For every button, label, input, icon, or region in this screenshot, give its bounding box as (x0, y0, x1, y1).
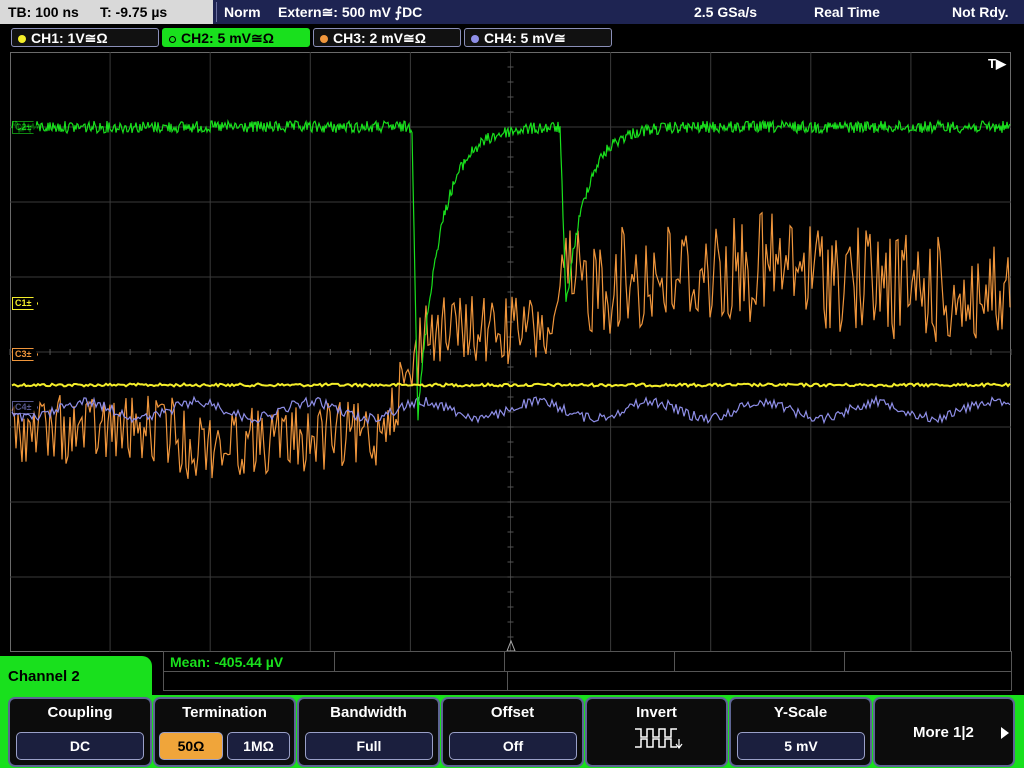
divider (334, 652, 335, 672)
divider (674, 652, 675, 672)
bandwidth-title: Bandwidth (330, 704, 407, 721)
trigger-level-icon: T▶ (988, 56, 1006, 71)
inverted-square-wave-icon (635, 728, 683, 749)
termination-softkey[interactable]: Termination 50Ω 1MΩ (153, 697, 296, 767)
bandwidth-value[interactable]: Full (305, 732, 433, 760)
bandwidth-softkey[interactable]: Bandwidth Full (297, 697, 440, 767)
termination-1mohm-option[interactable]: 1MΩ (227, 732, 290, 760)
ch2-offset-marker[interactable]: C2± (12, 121, 39, 134)
offset-title: Offset (490, 704, 535, 721)
termination-50ohm-option[interactable]: 50Ω (159, 732, 223, 760)
divider (507, 672, 508, 691)
coupling-value[interactable]: DC (16, 732, 144, 760)
yscale-title: Y-Scale (773, 704, 828, 721)
coupling-softkey[interactable]: Coupling DC (8, 697, 152, 767)
mean-readout: Mean: -405.44 µV (170, 654, 284, 670)
ch3-offset-marker[interactable]: C3± (12, 348, 39, 361)
more-softkey[interactable]: More 1|2 (873, 697, 1015, 767)
ch1-offset-marker[interactable]: C1± (12, 297, 39, 310)
menu-title-text: Channel 2 (8, 668, 80, 685)
divider (504, 652, 505, 672)
arrow-right-icon (1001, 727, 1009, 739)
measurement-panel[interactable]: Mean: -405.44 µV (163, 651, 1012, 691)
invert-title: Invert (636, 704, 677, 721)
offset-softkey[interactable]: Offset Off (441, 697, 584, 767)
coupling-title: Coupling (47, 704, 113, 721)
divider (844, 652, 845, 672)
channel-menu-title: Channel 2 (0, 656, 152, 701)
yscale-softkey[interactable]: Y-Scale 5 mV (729, 697, 872, 767)
offset-value[interactable]: Off (449, 732, 577, 760)
invert-softkey[interactable]: Invert (585, 697, 728, 767)
ch4-offset-marker[interactable]: C4± (12, 401, 39, 414)
termination-title: Termination (182, 704, 267, 721)
more-label: More 1|2 (913, 724, 974, 741)
measurement-row: Mean: -405.44 µV (164, 652, 1011, 672)
grid-lines (9, 51, 1012, 652)
yscale-value[interactable]: 5 mV (737, 732, 865, 760)
